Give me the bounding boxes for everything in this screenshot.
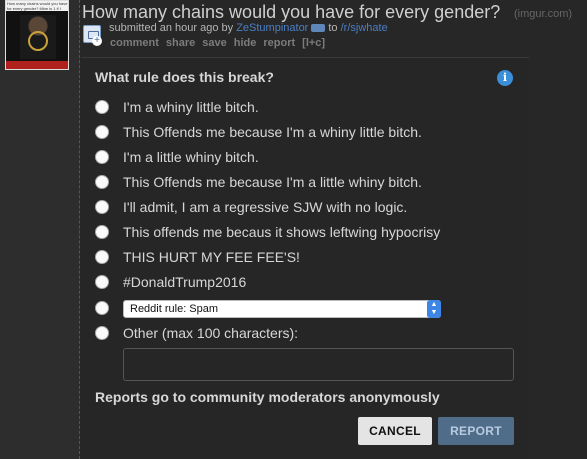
option-label[interactable]: This offends me becaus it shows leftwing… <box>123 224 440 240</box>
radio-button[interactable] <box>95 200 109 214</box>
to-text: to <box>328 22 338 34</box>
option-label[interactable]: I'm a whiny little bitch. <box>123 99 259 115</box>
link-comments-link[interactable]: [l+c] <box>302 37 325 49</box>
post-thumbnail[interactable]: How many chains would you have for every… <box>5 0 69 70</box>
cancel-button[interactable]: CANCEL <box>358 417 432 445</box>
post-actions: comment share save hide report [l+c] <box>110 37 332 49</box>
share-link[interactable]: share <box>166 37 195 49</box>
radio-button[interactable] <box>95 175 109 189</box>
thumbnail-caption: How many chains would you have for every… <box>6 1 68 11</box>
chevron-updown-icon: ▲ ▼ <box>427 300 441 318</box>
report-button[interactable]: REPORT <box>438 417 514 445</box>
info-icon[interactable]: i <box>497 70 513 86</box>
radio-button[interactable] <box>95 250 109 264</box>
radio-button[interactable] <box>95 326 109 340</box>
left-gutter: How many chains would you have for every… <box>0 0 80 459</box>
report-dialog: What rule does this break? i I'm a whiny… <box>81 57 529 459</box>
radio-button[interactable] <box>95 150 109 164</box>
radio-button[interactable] <box>95 100 109 114</box>
radio-button[interactable] <box>95 225 109 239</box>
other-label[interactable]: Other (max 100 characters): <box>123 325 298 341</box>
user-tag-icon[interactable] <box>311 24 326 33</box>
expando-plus-icon[interactable]: + <box>92 36 102 46</box>
option-label[interactable]: #DonaldTrump2016 <box>123 274 246 290</box>
submitted-line: submitted an hour ago by ZeStumpinator to… <box>109 22 388 34</box>
option-label[interactable]: THIS HURT MY FEE FEE'S! <box>123 249 300 265</box>
save-link[interactable]: save <box>202 37 226 49</box>
report-link[interactable]: report <box>263 37 295 49</box>
option-label[interactable]: I'm a little whiny bitch. <box>123 149 259 165</box>
chain-icon <box>28 31 48 51</box>
post-title[interactable]: How many chains would you have for every… <box>82 2 500 23</box>
author-link[interactable]: ZeStumpinator <box>236 22 308 34</box>
thumbnail-banner <box>6 61 68 69</box>
option-label[interactable]: This Offends me because I'm a whiny litt… <box>123 124 422 140</box>
subreddit-link[interactable]: /r/sjwhate <box>341 22 388 34</box>
radio-button[interactable] <box>95 125 109 139</box>
reddit-rule-select[interactable]: Reddit rule: Spam ▲ ▼ <box>123 300 441 318</box>
option-label[interactable]: I'll admit, I am a regressive SJW with n… <box>123 199 407 215</box>
option-label[interactable]: This Offends me because I'm a little whi… <box>123 174 422 190</box>
anonymous-note: Reports go to community moderators anony… <box>95 389 440 405</box>
radio-button[interactable] <box>95 275 109 289</box>
dialog-title: What rule does this break? <box>95 69 274 85</box>
submitted-prefix: submitted an hour ago by <box>109 22 234 34</box>
select-value: Reddit rule: Spam <box>130 303 219 315</box>
post-domain[interactable]: (imgur.com) <box>514 8 572 20</box>
hide-link[interactable]: hide <box>234 37 257 49</box>
other-reason-input[interactable] <box>123 348 514 381</box>
radio-button[interactable] <box>95 301 109 315</box>
comment-link[interactable]: comment <box>110 37 159 49</box>
